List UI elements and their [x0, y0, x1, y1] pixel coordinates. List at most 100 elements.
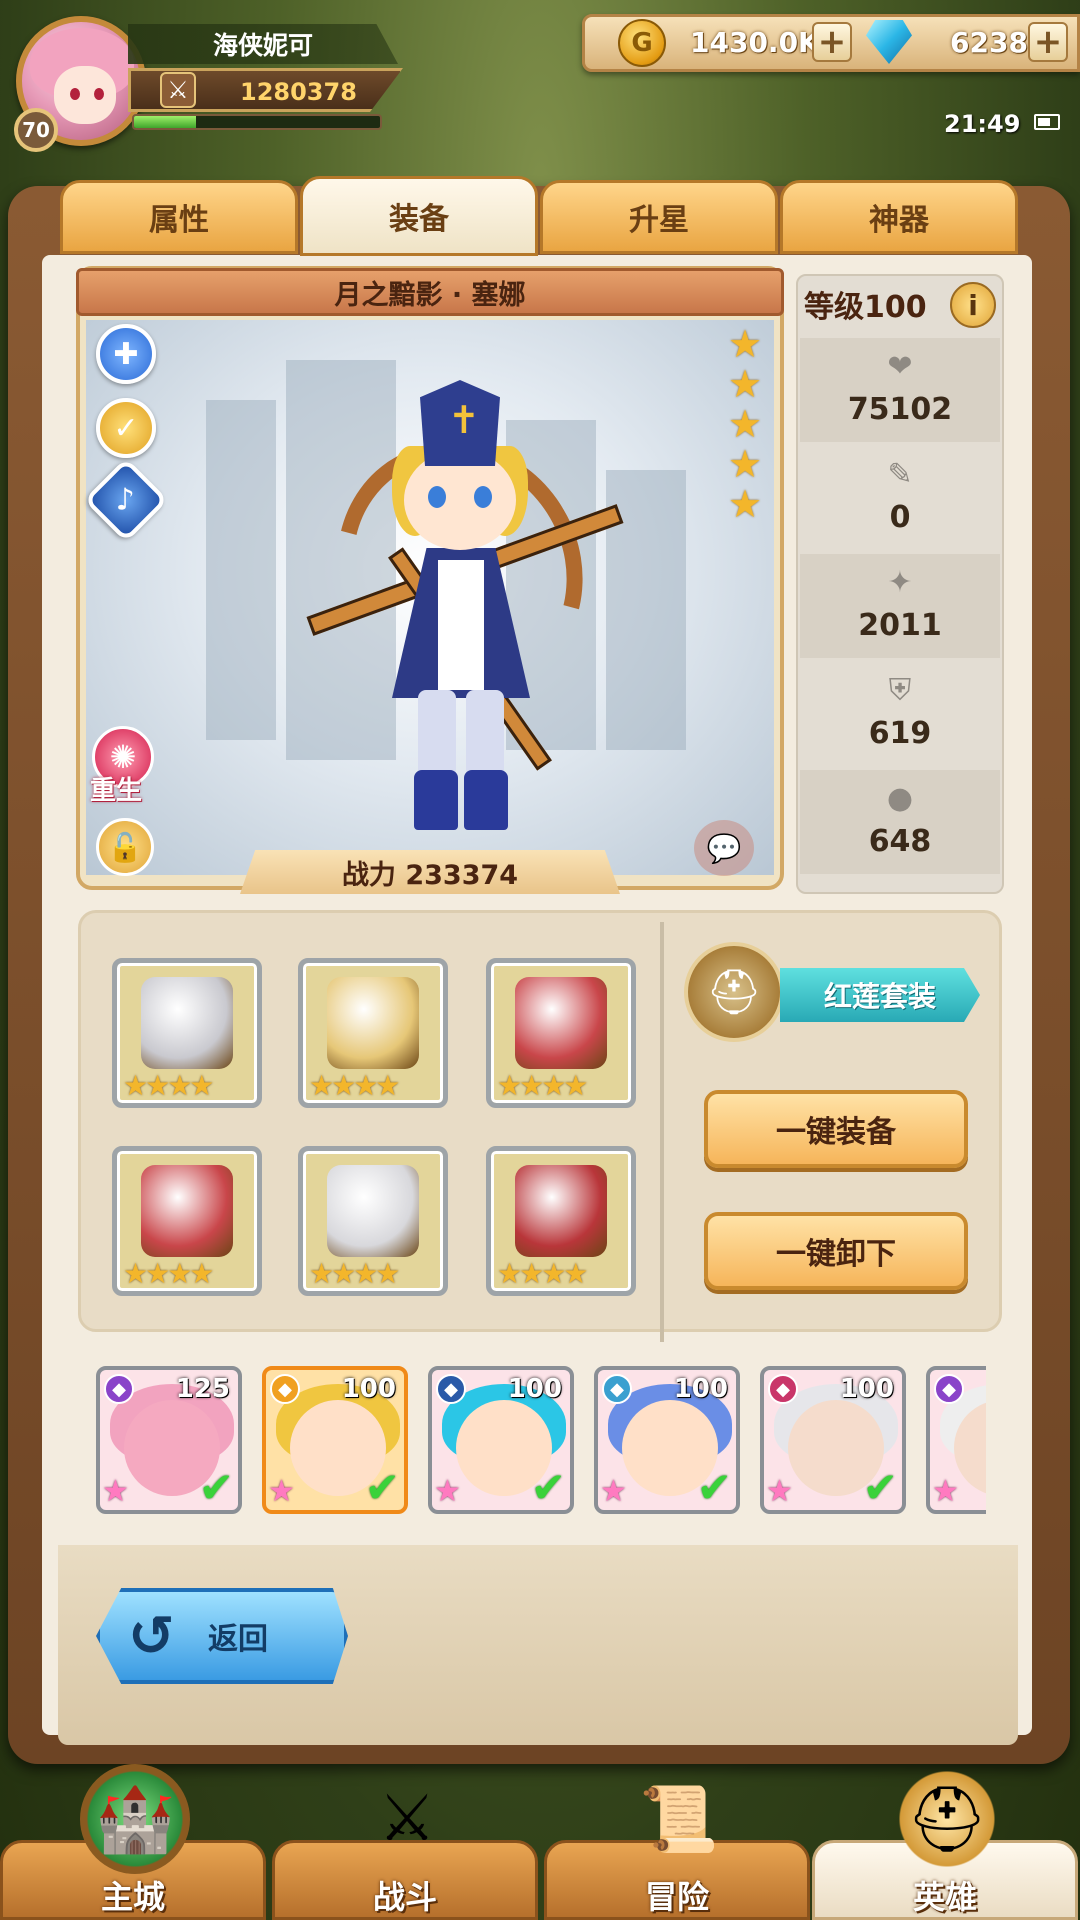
stat-value: 75102 [847, 392, 953, 427]
heart-icon: ❤ [887, 349, 913, 384]
deployed-check-icon: ✔ [862, 1463, 898, 1512]
hero-card-level: 100 [839, 1374, 894, 1404]
unlock-icon[interactable]: 🔓 [96, 818, 154, 876]
nav-heroes-label: 英雄 [912, 1878, 977, 1916]
hero-roster[interactable]: ◆ 125 ★ ✔ ◆ 100 ★ ✔ ◆ 100 ★ ✔ ◆ 100 ★ ✔ ◆ 100 ★ ✔ ◆ ★ [96, 1366, 986, 1518]
hero-class-icon: ◆ [602, 1374, 632, 1404]
avatar-eye-left [70, 88, 80, 100]
crossed-swords-icon: ⚔ [160, 72, 196, 108]
hero-card[interactable]: ◆ 100 ★ ✔ [428, 1366, 574, 1514]
stat-row: ✦ 2011 [800, 554, 1000, 658]
shield-icon: ⛨ [888, 673, 912, 708]
armor-icon [515, 977, 607, 1069]
nav-battle-label: 战斗 [372, 1878, 437, 1916]
stat-row: ❤ 75102 [800, 338, 1000, 442]
deployed-check-icon: ✔ [198, 1463, 234, 1512]
rebirth-label[interactable]: 重生 [90, 770, 142, 807]
star-icon: ★ [728, 322, 763, 366]
star-icon: ★ [728, 482, 763, 526]
cross-icon: ✝ [448, 398, 480, 442]
tab-star-up[interactable]: 升星 [540, 180, 778, 254]
chat-bubble-icon[interactable]: 💬 [694, 820, 754, 876]
hero-name-title: 月之黯影 · 塞娜 [76, 268, 784, 316]
gold-coin-icon: G [618, 19, 666, 67]
deployed-check-icon: ✔ [364, 1463, 400, 1512]
hero-card[interactable]: ◆ 100 ★ ✔ [594, 1366, 740, 1514]
weapon-icon [327, 977, 419, 1069]
stat-row: ● 648 [800, 770, 1000, 874]
rainbow-star-icon: ★ [434, 1474, 461, 1509]
rank-chevron-icon[interactable]: ✓ [96, 398, 156, 458]
equipment-slot-weapon[interactable]: ★★★★ [298, 958, 448, 1108]
hero-card-level: 100 [341, 1374, 396, 1404]
equipment-divider [660, 922, 664, 1342]
star-icon: ★ [728, 442, 763, 486]
info-button[interactable]: i [950, 282, 996, 328]
equipment-slot-boots[interactable]: ★★★★ [298, 1146, 448, 1296]
equipment-star-rating: ★★★★ [123, 1069, 214, 1102]
hero-class-icon: ◆ [768, 1374, 798, 1404]
sword-icon: ✎ [887, 457, 913, 492]
tab-attributes[interactable]: 属性 [60, 180, 298, 254]
rainbow-star-icon: ★ [766, 1474, 793, 1509]
hero-card[interactable]: ◆ 125 ★ ✔ [96, 1366, 242, 1514]
equipment-set-name[interactable]: 红莲套装 [780, 968, 980, 1022]
tab-equipment[interactable]: 装备 [300, 176, 538, 256]
hero-class-icon: ◆ [270, 1374, 300, 1404]
hero-card-level: 100 [507, 1374, 562, 1404]
hero-class-icon: ◆ [104, 1374, 134, 1404]
stat-row: ✎ 0 [800, 446, 1000, 550]
equipment-slot-armor[interactable]: ★★★★ [486, 958, 636, 1108]
hero-boot-left [414, 770, 458, 830]
star-icon: ★ [728, 362, 763, 406]
status-time: 21:49 [944, 110, 1021, 138]
hero-star-rating: ★ ★ ★ ★ ★ [728, 324, 768, 524]
drop-icon: ● [886, 781, 914, 816]
stat-value: 619 [868, 716, 932, 751]
hero-card[interactable]: ◆ 100 ★ ✔ [262, 1366, 408, 1514]
boots-icon [327, 1165, 419, 1257]
crossed-swords-icon: ⚔ [378, 1782, 436, 1856]
equip-all-button[interactable]: 一键装备 [704, 1090, 968, 1168]
hero-class-icon: ◆ [436, 1374, 466, 1404]
nav-adventure-label: 冒险 [644, 1878, 709, 1916]
nav-main-city-label: 主城 [100, 1878, 165, 1916]
hero-card-level: 125 [175, 1374, 230, 1404]
stat-row: ⛨ 619 [800, 662, 1000, 766]
rainbow-star-icon: ★ [268, 1474, 295, 1509]
hero-card[interactable]: ◆ ★ [926, 1366, 986, 1514]
stat-value: 0 [889, 500, 911, 535]
equipment-star-rating: ★★★★ [123, 1257, 214, 1290]
accessory-icon [515, 1165, 607, 1257]
gold-amount: 1430.0K [690, 26, 820, 59]
equipment-star-rating: ★★★★ [497, 1069, 588, 1102]
hero-combat-power: 战力 233374 [240, 850, 620, 894]
castle-tower-bg [206, 400, 276, 740]
helmet-icon [141, 977, 233, 1069]
add-gems-button[interactable]: + [1028, 22, 1068, 62]
battery-icon [1034, 114, 1060, 130]
stat-value: 648 [868, 824, 932, 859]
equipment-set-medal[interactable]: ⛑ [684, 942, 784, 1042]
unequip-all-button[interactable]: 一键卸下 [704, 1212, 968, 1290]
hero-eye-right [474, 486, 492, 508]
equipment-slot-gloves[interactable]: ★★★★ [112, 1146, 262, 1296]
player-level-badge: 70 [14, 108, 58, 152]
gem-amount: 6238 [950, 26, 1028, 59]
equipment-star-rating: ★★★★ [309, 1069, 400, 1102]
equipment-slot-helmet[interactable]: ★★★★ [112, 958, 262, 1108]
hero-eye-left [428, 486, 446, 508]
deployed-check-icon: ✔ [530, 1463, 566, 1512]
avatar-face [54, 66, 116, 124]
tab-artifact[interactable]: 神器 [780, 180, 1018, 254]
player-xp-fill [134, 116, 196, 128]
holy-cross-class-icon[interactable]: ✚ [96, 324, 156, 384]
hero-card-level: 100 [673, 1374, 728, 1404]
add-gold-button[interactable]: + [812, 22, 852, 62]
player-xp-bar [132, 114, 382, 130]
map-scroll-icon: 📜 [639, 1782, 719, 1857]
avatar-eye-right [94, 88, 104, 100]
hero-boot-right [464, 770, 508, 830]
hero-card[interactable]: ◆ 100 ★ ✔ [760, 1366, 906, 1514]
equipment-slot-accessory[interactable]: ★★★★ [486, 1146, 636, 1296]
